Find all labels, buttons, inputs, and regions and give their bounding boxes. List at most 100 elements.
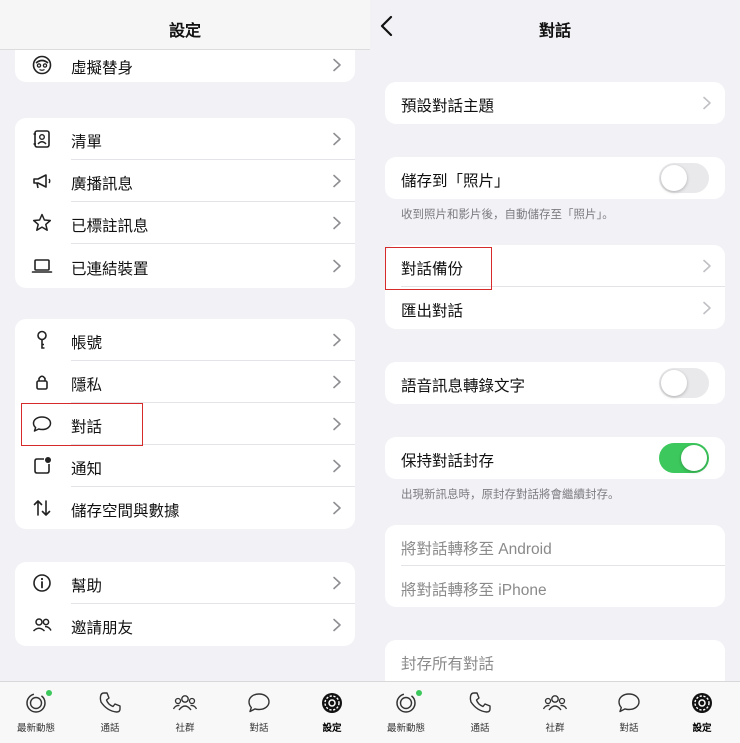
chats-item-keep-archived: 保持對話封存	[385, 437, 725, 479]
settings-item-label: 隱私	[71, 377, 103, 394]
tab-settings[interactable]: 設定	[302, 686, 362, 742]
chats-item-move-to-iphone[interactable]: 將對話轉移至 iPhone	[385, 566, 725, 607]
settings-item-chats[interactable]: 對話	[15, 403, 355, 445]
chats-item-chat-backup[interactable]: 對話備份	[385, 245, 725, 287]
tab-communities[interactable]: 社群	[155, 686, 215, 742]
settings-item-account[interactable]: 帳號	[15, 319, 355, 361]
chats-item-label: 將對話轉移至 iPhone	[401, 582, 547, 599]
settings-item-invite[interactable]: 邀請朋友	[15, 604, 355, 646]
chats-item-label: 封存所有對話	[401, 656, 495, 673]
chats-item-save-to-photos: 儲存到「照片」	[385, 157, 725, 199]
chevron-right-icon	[701, 96, 713, 110]
chevron-right-icon	[331, 417, 343, 431]
megaphone-icon	[31, 170, 53, 192]
page-title: 設定	[168, 23, 201, 40]
chevron-right-icon	[331, 501, 343, 515]
tab-calls[interactable]: 通話	[80, 686, 140, 742]
settings-item-label: 邀請朋友	[71, 620, 134, 637]
chevron-right-icon	[331, 375, 343, 389]
chats-section-theme: 預設對話主題	[385, 82, 725, 124]
chats-settings-screen: 對話 預設對話主題 儲存到「照片」 收到照片和影片後，自動儲存至「照片」。 對話…	[370, 0, 740, 743]
tab-label: 對話	[619, 723, 639, 734]
up-down-arrows-icon	[31, 497, 53, 519]
tab-updates[interactable]: 最新動態	[6, 686, 66, 742]
chats-item-voice-transcription: 語音訊息轉錄文字	[385, 362, 725, 404]
updates-icon	[23, 690, 49, 716]
chats-icon	[246, 690, 272, 716]
tab-chats[interactable]: 對話	[229, 686, 289, 742]
settings-item-label: 幫助	[71, 578, 103, 595]
info-icon	[31, 572, 53, 594]
chevron-right-icon	[331, 132, 343, 146]
settings-item-label: 帳號	[71, 335, 103, 352]
tab-label: 通話	[470, 723, 490, 734]
settings-item-storage[interactable]: 儲存空間與數據	[15, 487, 355, 529]
settings-item-label: 廣播訊息	[71, 176, 134, 193]
chevron-right-icon	[331, 333, 343, 347]
chevron-right-icon	[331, 174, 343, 188]
settings-navbar: 設定	[0, 0, 370, 50]
tab-communities[interactable]: 社群	[525, 686, 585, 742]
chats-item-archive-all[interactable]: 封存所有對話	[385, 640, 725, 682]
chevron-right-icon	[331, 216, 343, 230]
updates-icon	[393, 690, 419, 716]
settings-item-broadcast[interactable]: 廣播訊息	[15, 160, 355, 202]
chats-item-label: 預設對話主題	[401, 98, 495, 115]
tab-chats[interactable]: 對話	[599, 686, 659, 742]
toggle-knob	[661, 165, 687, 191]
chats-item-label: 對話備份	[401, 261, 464, 278]
lock-icon	[31, 371, 53, 393]
tab-calls[interactable]: 通話	[450, 686, 510, 742]
settings-section-account: 帳號 隱私 對話 通知 儲存空間與數據	[15, 319, 355, 529]
star-icon	[31, 212, 53, 234]
chats-item-label: 匯出對話	[401, 303, 464, 320]
keep-archived-toggle[interactable]	[659, 443, 709, 473]
toggle-knob	[681, 445, 707, 471]
chats-item-label: 將對話轉移至 Android	[401, 541, 552, 558]
chevron-right-icon	[331, 459, 343, 473]
settings-item-notifications[interactable]: 通知	[15, 445, 355, 487]
chats-icon	[616, 690, 642, 716]
settings-section-help: 幫助 邀請朋友	[15, 562, 355, 646]
chevron-right-icon	[701, 259, 713, 273]
tab-updates[interactable]: 最新動態	[376, 686, 436, 742]
chat-bubble-icon	[31, 413, 53, 435]
tab-settings[interactable]: 設定	[672, 686, 732, 742]
settings-item-privacy[interactable]: 隱私	[15, 361, 355, 403]
settings-item-lists[interactable]: 清單	[15, 118, 355, 160]
tab-label: 設定	[322, 723, 342, 734]
laptop-icon	[31, 255, 53, 277]
chevron-right-icon	[331, 259, 343, 273]
people-icon	[31, 614, 53, 636]
settings-item-label: 對話	[71, 419, 103, 436]
settings-item-label: 虛擬替身	[71, 60, 134, 77]
save-to-photos-toggle[interactable]	[659, 163, 709, 193]
chats-navbar: 對話	[370, 0, 740, 50]
chats-item-label: 語音訊息轉錄文字	[401, 378, 526, 395]
settings-item-linked-devices[interactable]: 已連結裝置	[15, 244, 355, 288]
chevron-right-icon	[701, 301, 713, 315]
settings-gear-icon	[689, 690, 715, 716]
avatar-icon	[31, 54, 53, 76]
tab-label: 通話	[100, 723, 120, 734]
save-to-photos-note: 收到照片和影片後，自動儲存至「照片」。	[401, 209, 614, 221]
tab-label: 對話	[249, 723, 269, 734]
communities-icon	[542, 690, 568, 716]
settings-item-starred[interactable]: 已標註訊息	[15, 202, 355, 244]
chats-item-move-to-android[interactable]: 將對話轉移至 Android	[385, 525, 725, 566]
settings-item-help[interactable]: 幫助	[15, 562, 355, 604]
updates-badge	[46, 690, 52, 696]
chats-item-export-chat[interactable]: 匯出對話	[385, 287, 725, 329]
chevron-right-icon	[331, 58, 343, 72]
voice-transcription-toggle[interactable]	[659, 368, 709, 398]
tab-label: 社群	[175, 723, 195, 734]
settings-item-label: 儲存空間與數據	[71, 503, 180, 520]
chevron-right-icon	[331, 618, 343, 632]
tab-bar: 最新動態 通話 社群 對話 設定	[370, 681, 740, 743]
tab-label: 設定	[692, 723, 712, 734]
chevron-right-icon	[331, 576, 343, 590]
toggle-knob	[661, 370, 687, 396]
settings-item-label: 清單	[71, 134, 103, 151]
chats-section-move: 將對話轉移至 Android 將對話轉移至 iPhone	[385, 525, 725, 607]
chats-item-default-theme[interactable]: 預設對話主題	[385, 82, 725, 124]
